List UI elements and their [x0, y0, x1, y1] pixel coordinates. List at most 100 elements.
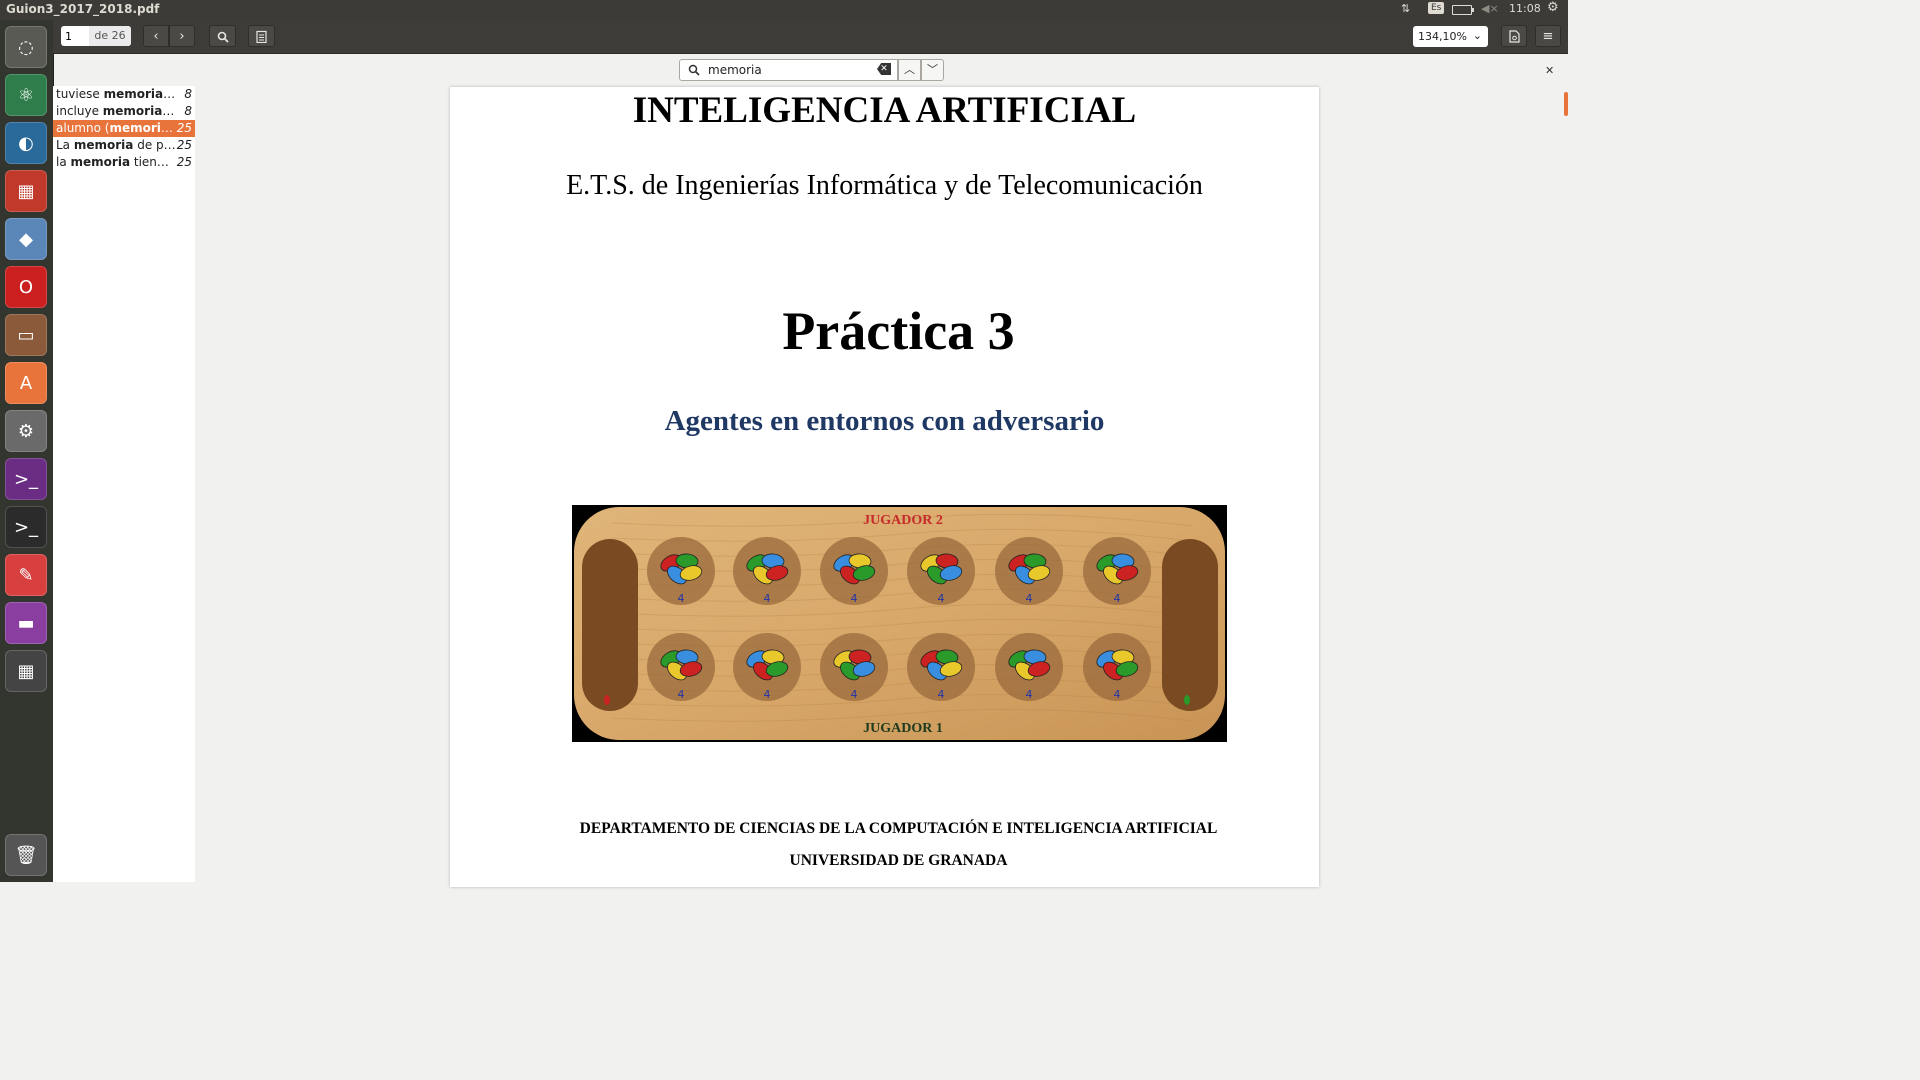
- document-properties-button[interactable]: [1501, 25, 1527, 47]
- left-store: [582, 539, 638, 711]
- search-result-snippet: alumno (memoria ...: [56, 120, 176, 137]
- search-result-page: 25: [176, 121, 192, 135]
- system-settings-launcher-icon[interactable]: ⚙: [5, 410, 47, 452]
- pit-count: 4: [938, 592, 945, 605]
- store-seed: [604, 695, 610, 705]
- sound-muted-icon[interactable]: ◀×: [1481, 2, 1499, 15]
- opera-launcher-icon[interactable]: O: [5, 266, 47, 308]
- search-result-page: 25: [176, 155, 192, 169]
- web-browser-launcher-icon[interactable]: ◐: [5, 122, 47, 164]
- store-seed: [1184, 695, 1190, 705]
- chevron-left-icon: ‹: [153, 29, 159, 44]
- search-result-snippet: tuviese memoria o ...: [56, 86, 176, 103]
- snippet-before: La: [56, 138, 74, 152]
- snippet-before: tuviese: [56, 87, 104, 101]
- files-launcher-icon[interactable]: ▭: [5, 314, 47, 356]
- menu-icon: ≡: [1542, 29, 1554, 44]
- atom-editor-launcher-icon[interactable]: ⚛: [5, 74, 47, 116]
- purple-app-launcher-icon[interactable]: ▬: [5, 602, 47, 644]
- snippet-after: tiene f...: [133, 155, 176, 169]
- document-department: DEPARTAMENTO DE CIENCIAS DE LA COMPUTACI…: [579, 820, 1218, 837]
- window-title: Guion3_2017_2018.pdf: [6, 2, 160, 16]
- chevron-up-icon: ︿: [904, 63, 915, 76]
- clipboard-icon: [256, 30, 267, 44]
- document-university: UNIVERSIDAD DE GRANADA: [789, 852, 1008, 869]
- page-selector: de 26: [61, 26, 131, 46]
- pit-count: 4: [764, 592, 771, 605]
- zoom-select[interactable]: 134,10% ⌄: [1413, 26, 1488, 47]
- top-panel: Guion3_2017_2018.pdf ⇅ Es ◀× 11:08 ⚙: [0, 0, 1568, 20]
- software-center-launcher-icon[interactable]: A: [5, 362, 47, 404]
- find-button[interactable]: [209, 25, 236, 47]
- search-result-snippet: incluye memoria e...: [56, 103, 176, 120]
- search-result-item[interactable]: la memoria tiene f...25: [53, 154, 195, 171]
- snippet-after: de prá...: [137, 138, 176, 152]
- keyboard-layout-indicator[interactable]: Es: [1428, 2, 1445, 14]
- search-input[interactable]: memoria ✕: [679, 59, 898, 81]
- document-viewer-launcher-icon[interactable]: ✎: [5, 554, 47, 596]
- search-result-item[interactable]: La memoria de prá...25: [53, 137, 195, 154]
- workspace-switcher-launcher-icon[interactable]: ▦: [5, 650, 47, 692]
- search-query: memoria: [708, 63, 762, 77]
- page-number-input[interactable]: [61, 26, 87, 46]
- battery-icon[interactable]: [1452, 5, 1474, 15]
- terminal-purple-launcher-icon[interactable]: >_: [5, 458, 47, 500]
- search-icon: [688, 64, 700, 76]
- search-result-snippet: la memoria tiene f...: [56, 154, 176, 171]
- document-practice-heading: Práctica 3: [782, 301, 1015, 361]
- chevron-right-icon: ›: [179, 29, 185, 44]
- scroll-position-indicator[interactable]: [1564, 92, 1568, 116]
- previous-page-button[interactable]: ‹: [143, 25, 169, 47]
- box-app-launcher-icon[interactable]: ◆: [5, 218, 47, 260]
- system-menu-gear-icon[interactable]: ⚙: [1547, 0, 1559, 15]
- hamburger-menu-button[interactable]: ≡: [1535, 25, 1561, 47]
- search-result-page: 8: [184, 104, 192, 118]
- document-subtitle: Agentes en entornos con adversario: [664, 405, 1105, 437]
- trash-launcher-icon[interactable]: 🗑: [5, 834, 47, 876]
- dash-launcher-icon[interactable]: ◌: [5, 26, 47, 68]
- snippet-match: memoria: [70, 155, 131, 169]
- search-result-item[interactable]: tuviese memoria o ... 8: [53, 86, 195, 103]
- launcher: ◌ ⚛ ◐ ▦ ◆ O ▭ A ⚙ >_ >_ ✎ ▬ ▦ 🗑: [0, 20, 54, 882]
- pit-count: 4: [1026, 592, 1033, 605]
- search-result-item[interactable]: incluye memoria e... 8: [53, 103, 195, 120]
- document-school: E.T.S. de Ingenierías Informática y de T…: [566, 170, 1203, 201]
- annotations-sidebar-button[interactable]: [248, 25, 275, 47]
- pit-count: 4: [764, 688, 771, 701]
- search-results-panel: tuviese memoria o ...8incluye memoria e.…: [53, 86, 195, 882]
- search-icon: [217, 31, 229, 43]
- color-app-launcher-icon[interactable]: ▦: [5, 170, 47, 212]
- pdf-page: INTELIGENCIA ARTIFICIAL E.T.S. de Ingeni…: [450, 87, 1319, 887]
- pit-count: 4: [1114, 688, 1121, 701]
- player2-label: JUGADOR 2: [863, 513, 943, 528]
- find-bar: memoria ✕ ︿ ﹀: [679, 59, 944, 81]
- zoom-value: 134,10%: [1418, 30, 1467, 43]
- snippet-before: la: [56, 155, 71, 169]
- find-next-button[interactable]: ﹀: [921, 59, 944, 81]
- search-result-page: 25: [176, 138, 192, 152]
- pit-count: 4: [851, 592, 858, 605]
- chevron-down-icon: ﹀: [927, 63, 938, 76]
- pit-count: 4: [851, 688, 858, 701]
- snippet-match: memoria: [73, 138, 134, 152]
- search-result-page: 8: [184, 87, 192, 101]
- player1-label: JUGADOR 1: [863, 721, 943, 736]
- clear-search-icon[interactable]: ✕: [877, 63, 891, 75]
- snippet-before: incluye: [56, 104, 103, 118]
- document-icon: [1508, 30, 1520, 43]
- search-result-snippet: La memoria de prá...: [56, 137, 176, 154]
- pit-count: 4: [1114, 592, 1121, 605]
- network-icon[interactable]: ⇅: [1401, 2, 1410, 15]
- search-result-item[interactable]: alumno (memoria ...25: [53, 120, 195, 137]
- terminal-launcher-icon[interactable]: >_: [5, 506, 47, 548]
- snippet-match: memoria: [102, 104, 163, 118]
- page-total-label: de 26: [89, 26, 131, 46]
- close-icon[interactable]: ✕: [1545, 64, 1554, 77]
- right-store: [1162, 539, 1218, 711]
- mancala-board-image: 4 4 4 4 4 4 4 4 4 4 4 4 0 0 JUGADOR 2 JUGADOR 1: [572, 505, 1227, 742]
- next-page-button[interactable]: ›: [169, 25, 195, 47]
- pit-count: 4: [678, 592, 685, 605]
- clock[interactable]: 11:08: [1509, 2, 1541, 15]
- snippet-match: memoria: [109, 121, 169, 135]
- find-previous-button[interactable]: ︿: [898, 59, 921, 81]
